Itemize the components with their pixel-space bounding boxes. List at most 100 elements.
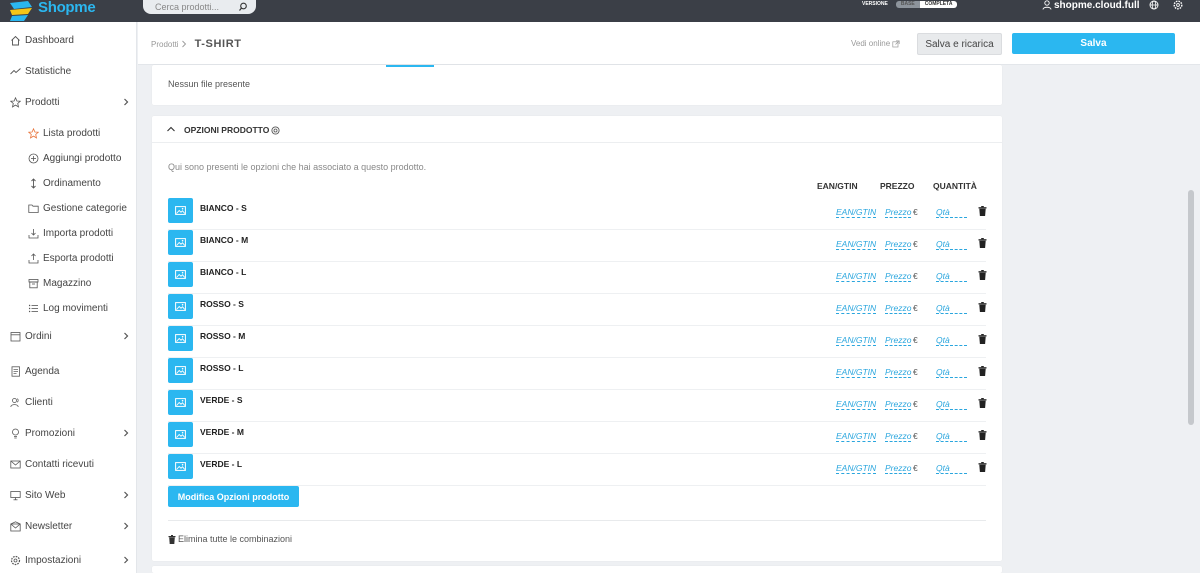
sidebar-subitem-gestione-categorie[interactable]: Gestione categorie [28, 201, 133, 215]
breadcrumb-link[interactable]: Prodotti [151, 40, 179, 49]
ean-field[interactable]: EAN/GTIN [836, 239, 877, 250]
ean-field[interactable]: EAN/GTIN [836, 367, 877, 378]
sidebar-item-statistiche[interactable]: Statistiche [10, 64, 130, 78]
search-input[interactable] [155, 2, 235, 12]
sidebar-subitem-magazzino[interactable]: Magazzino [28, 276, 133, 290]
ean-field[interactable]: EAN/GTIN [836, 431, 877, 442]
trash-icon[interactable] [978, 334, 987, 344]
search-icon[interactable] [238, 2, 248, 12]
option-image-button[interactable] [168, 294, 193, 319]
sidebar-subitem-label: Importa prodotti [43, 227, 114, 239]
sidebar-subitem-lista-prodotti[interactable]: Lista prodotti [28, 126, 133, 140]
option-row: VERDE - S EAN/GTIN Prezzo € Qtà [168, 390, 987, 422]
price-field[interactable]: Prezzo [885, 463, 912, 474]
sidebar-subitem-importa-prodotti[interactable]: Importa prodotti [28, 226, 133, 240]
trash-icon[interactable] [978, 238, 987, 248]
option-row: VERDE - L EAN/GTIN Prezzo € Qtà [168, 454, 987, 486]
sidebar-subitem-ordinamento[interactable]: Ordinamento [28, 176, 133, 190]
trash-icon[interactable] [978, 462, 987, 472]
sidebar-item-agenda[interactable]: Agenda [10, 364, 130, 378]
quantity-field[interactable]: Qtà [936, 367, 967, 378]
currency-symbol: € [913, 239, 918, 249]
image-icon [175, 270, 186, 279]
options-header[interactable]: OPZIONI PRODOTTO [152, 116, 1002, 143]
info-icon[interactable] [271, 125, 280, 135]
sidebar-item-prodotti[interactable]: Prodotti [10, 95, 130, 109]
sidebar-subitem-esporta-prodotti[interactable]: Esporta prodotti [28, 251, 133, 265]
globe-icon[interactable] [1149, 0, 1159, 10]
ean-field[interactable]: EAN/GTIN [836, 399, 877, 410]
price-field[interactable]: Prezzo [885, 207, 912, 218]
option-image-button[interactable] [168, 422, 193, 447]
modify-options-button[interactable]: Modifica Opzioni prodotto [168, 486, 299, 507]
sidebar-item-newsletter[interactable]: Newsletter [10, 519, 130, 533]
sidebar-item-sito-web[interactable]: Sito Web [10, 488, 130, 502]
option-image-button[interactable] [168, 230, 193, 255]
sidebar-item-clienti[interactable]: Clienti [10, 395, 130, 409]
sidebar-item-impostazioni[interactable]: Impostazioni [10, 553, 130, 567]
delete-all-combinations-link[interactable]: Elimina tutte le combinazioni [168, 534, 292, 544]
quantity-field[interactable]: Qtà [936, 399, 967, 410]
trash-icon[interactable] [978, 430, 987, 440]
option-image-button[interactable] [168, 358, 193, 383]
price-field[interactable]: Prezzo [885, 335, 912, 346]
user-name: shopme.cloud.full [1054, 0, 1140, 11]
ean-field[interactable]: EAN/GTIN [836, 303, 877, 314]
options-title-text: OPZIONI PRODOTTO [184, 125, 270, 135]
sidebar-item-contatti-ricevuti[interactable]: Contatti ricevuti [10, 457, 130, 471]
quantity-field[interactable]: Qtà [936, 207, 967, 218]
version-option-completa[interactable]: COMPLETA [919, 0, 958, 8]
trash-icon[interactable] [978, 398, 987, 408]
logo-text: Shopme [38, 0, 96, 16]
sidebar-subitem-log-movimenti[interactable]: Log movimenti [28, 301, 133, 315]
mail-icon [10, 460, 21, 468]
save-reload-button[interactable]: Salva e ricarica [917, 33, 1002, 55]
trash-icon[interactable] [978, 302, 987, 312]
monitor-icon [10, 490, 21, 500]
ean-field[interactable]: EAN/GTIN [836, 207, 877, 218]
star-icon [10, 96, 21, 108]
price-field[interactable]: Prezzo [885, 271, 912, 282]
gear-icon [10, 555, 21, 565]
quantity-field[interactable]: Qtà [936, 239, 967, 250]
user-menu[interactable]: shopme.cloud.full [1042, 0, 1140, 11]
settings-icon[interactable] [1173, 0, 1183, 10]
quantity-field[interactable]: Qtà [936, 335, 967, 346]
option-image-button[interactable] [168, 262, 193, 287]
option-image-button[interactable] [168, 326, 193, 351]
chevron-up-icon[interactable] [166, 124, 176, 134]
version-toggle[interactable]: BASE COMPLETA [895, 0, 958, 8]
sidebar-item-dashboard[interactable]: Dashboard [10, 33, 130, 47]
option-image-button[interactable] [168, 454, 193, 479]
breadcrumb: Prodotti T-SHIRT [151, 38, 242, 50]
trash-icon[interactable] [978, 206, 987, 216]
option-image-button[interactable] [168, 390, 193, 415]
quantity-field[interactable]: Qtà [936, 463, 967, 474]
save-button[interactable]: Salva [1012, 33, 1175, 54]
price-field[interactable]: Prezzo [885, 367, 912, 378]
price-field[interactable]: Prezzo [885, 399, 912, 410]
quantity-field[interactable]: Qtà [936, 431, 967, 442]
sidebar-item-promozioni[interactable]: Promozioni [10, 426, 130, 440]
option-name: ROSSO - L [200, 363, 244, 373]
trash-icon[interactable] [978, 270, 987, 280]
version-option-base[interactable]: BASE [895, 0, 920, 8]
logo[interactable]: Shopme [10, 0, 96, 22]
ean-field[interactable]: EAN/GTIN [836, 271, 877, 282]
sidebar-item-ordini[interactable]: Ordini [10, 329, 130, 343]
chevron-right-icon [124, 429, 129, 437]
sidebar-subitem-aggiungi-prodotto[interactable]: Aggiungi prodotto [28, 151, 133, 165]
option-image-button[interactable] [168, 198, 193, 223]
view-online-link[interactable]: Vedi online [851, 39, 900, 48]
trash-icon[interactable] [978, 366, 987, 376]
ean-field[interactable]: EAN/GTIN [836, 463, 877, 474]
quantity-field[interactable]: Qtà [936, 303, 967, 314]
quantity-field[interactable]: Qtà [936, 271, 967, 282]
ean-field[interactable]: EAN/GTIN [836, 335, 877, 346]
search-bar[interactable] [143, 0, 256, 14]
price-field[interactable]: Prezzo [885, 303, 912, 314]
chevron-right-icon [124, 522, 129, 530]
price-field[interactable]: Prezzo [885, 431, 912, 442]
price-field[interactable]: Prezzo [885, 239, 912, 250]
scrollbar[interactable] [1188, 190, 1194, 425]
